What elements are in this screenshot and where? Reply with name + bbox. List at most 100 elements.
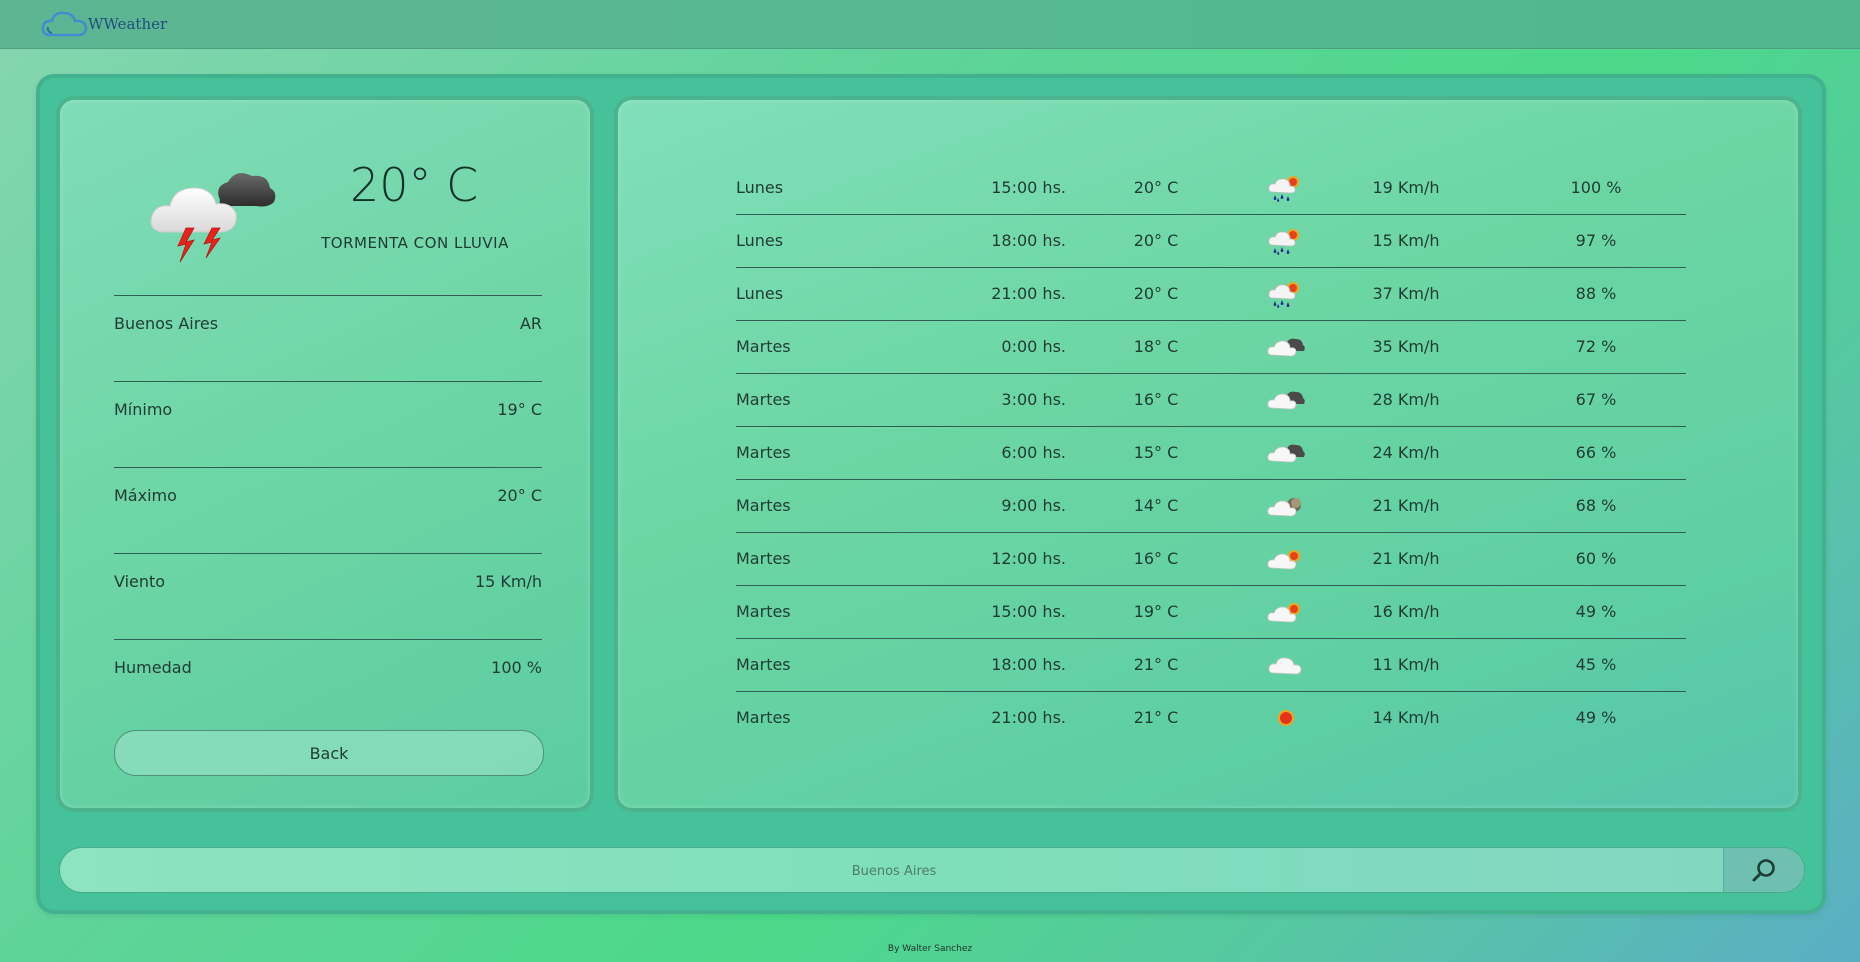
cloudy-night-icon xyxy=(1267,338,1305,357)
stat-wind: Viento 15 Km/h xyxy=(114,553,542,591)
forecast-humidity: 68 % xyxy=(1575,496,1617,515)
forecast-wind: 35 Km/h xyxy=(1372,337,1440,356)
cloudy-night-icon xyxy=(1267,391,1305,410)
forecast-humidity: 60 % xyxy=(1575,549,1617,568)
forecast-temp: 15° C xyxy=(1133,443,1179,462)
forecast-row: Martes 18:00 hs. 21° C 11 Km/h 45 % xyxy=(736,639,1686,692)
forecast-humidity: 66 % xyxy=(1575,443,1617,462)
forecast-day: Martes xyxy=(736,390,791,409)
partly-cloudy-icon xyxy=(1267,550,1300,570)
forecast-time: 6:00 hs. xyxy=(1001,443,1066,462)
current-description: TORMENTA CON LLUVIA xyxy=(321,234,509,252)
forecast-temp: 21° C xyxy=(1133,655,1179,674)
search-input[interactable] xyxy=(60,848,1728,892)
forecast-humidity: 72 % xyxy=(1575,337,1617,356)
cloudy-moon-icon xyxy=(1267,498,1301,517)
top-bar: WWeather xyxy=(0,0,1860,49)
forecast-day: Lunes xyxy=(736,284,784,303)
forecast-row: Martes 0:00 hs. 18° C 35 Km/h 72 % xyxy=(736,321,1686,374)
forecast-time: 15:00 hs. xyxy=(991,178,1066,197)
forecast-temp: 21° C xyxy=(1133,708,1179,727)
forecast-day: Martes xyxy=(736,496,791,515)
back-button[interactable]: Back xyxy=(114,730,544,776)
forecast-temp: 19° C xyxy=(1133,602,1179,621)
current-temperature: 20° C xyxy=(350,158,479,212)
forecast-temp: 16° C xyxy=(1133,549,1179,568)
forecast-wind: 16 Km/h xyxy=(1372,602,1440,621)
forecast-humidity: 100 % xyxy=(1570,178,1622,197)
forecast-wind: 15 Km/h xyxy=(1372,231,1440,250)
stat-min: Mínimo 19° C xyxy=(114,381,542,419)
forecast-humidity: 49 % xyxy=(1575,602,1617,621)
stat-value: 20° C xyxy=(497,486,542,505)
forecast-day: Martes xyxy=(736,708,791,727)
forecast-temp: 14° C xyxy=(1133,496,1179,515)
forecast-wind: 28 Km/h xyxy=(1372,390,1440,409)
main-frame: 20° C TORMENTA CON LLUVIA Buenos Aires A… xyxy=(36,74,1826,914)
forecast-wind: 19 Km/h xyxy=(1372,178,1440,197)
stat-location: Buenos Aires AR xyxy=(114,295,542,333)
forecast-wind: 11 Km/h xyxy=(1372,655,1440,674)
forecast-time: 12:00 hs. xyxy=(991,549,1066,568)
footer-credit: By Walter Sanchez xyxy=(887,944,973,954)
rain-sun-icon xyxy=(1268,282,1299,308)
forecast-day: Martes xyxy=(736,443,791,462)
forecast-row: Lunes 21:00 hs. 20° C 37 Km/h 88 % xyxy=(736,268,1686,321)
forecast-humidity: 49 % xyxy=(1575,708,1617,727)
search-button[interactable] xyxy=(1723,848,1804,892)
forecast-time: 3:00 hs. xyxy=(1001,390,1066,409)
forecast-wind: 14 Km/h xyxy=(1372,708,1440,727)
forecast-wind: 21 Km/h xyxy=(1372,496,1440,515)
forecast-day: Martes xyxy=(736,337,791,356)
forecast-card: Lunes 15:00 hs. 20° C 19 Km/h 100 % Lunes 18:0… xyxy=(618,100,1798,808)
current-weather-card: 20° C TORMENTA CON LLUVIA Buenos Aires A… xyxy=(60,100,590,808)
cloud-icon xyxy=(1268,657,1302,675)
cloudy-night-icon xyxy=(1267,444,1305,463)
forecast-time: 21:00 hs. xyxy=(991,284,1066,303)
forecast-temp: 18° C xyxy=(1133,337,1179,356)
forecast-time: 15:00 hs. xyxy=(991,602,1066,621)
forecast-wind: 24 Km/h xyxy=(1372,443,1440,462)
forecast-row: Lunes 15:00 hs. 20° C 19 Km/h 100 % xyxy=(736,162,1686,215)
sun-icon xyxy=(1278,710,1294,726)
forecast-temp: 16° C xyxy=(1133,390,1179,409)
forecast-time: 21:00 hs. xyxy=(991,708,1066,727)
cloud-icon xyxy=(41,11,88,37)
partly-cloudy-icon xyxy=(1267,603,1300,623)
brand-logo[interactable]: WWeather xyxy=(40,8,167,40)
search-bar xyxy=(60,848,1804,892)
forecast-humidity: 97 % xyxy=(1575,231,1617,250)
forecast-day: Lunes xyxy=(736,231,784,250)
forecast-time: 18:00 hs. xyxy=(991,231,1066,250)
forecast-wind: 37 Km/h xyxy=(1372,284,1440,303)
forecast-row: Martes 12:00 hs. 16° C 21 Km/h 60 % xyxy=(736,533,1686,586)
rain-sun-icon xyxy=(1268,176,1299,202)
forecast-temp: 20° C xyxy=(1133,231,1179,250)
forecast-row: Lunes 18:00 hs. 20° C 15 Km/h 97 % xyxy=(736,215,1686,268)
forecast-time: 18:00 hs. xyxy=(991,655,1066,674)
forecast-humidity: 67 % xyxy=(1575,390,1617,409)
stat-value: 100 % xyxy=(491,658,542,677)
forecast-row: Martes 15:00 hs. 19° C 16 Km/h 49 % xyxy=(736,586,1686,639)
forecast-row: Martes 6:00 hs. 15° C 24 Km/h 66 % xyxy=(736,427,1686,480)
stat-label: Viento xyxy=(114,572,166,591)
search-icon xyxy=(1752,859,1775,882)
stat-humidity: Humedad 100 % xyxy=(114,639,542,677)
forecast-table: Lunes 15:00 hs. 20° C 19 Km/h 100 % Lunes 18:0… xyxy=(736,162,1686,744)
stat-label: Mínimo xyxy=(114,400,173,419)
forecast-day: Lunes xyxy=(736,178,784,197)
stat-label: Máximo xyxy=(114,486,177,505)
brand-name: WWeather xyxy=(88,15,168,33)
stat-max: Máximo 20° C xyxy=(114,467,542,505)
thunderstorm-icon xyxy=(150,173,276,263)
forecast-day: Martes xyxy=(736,549,791,568)
forecast-row: Martes 3:00 hs. 16° C 28 Km/h 67 % xyxy=(736,374,1686,427)
forecast-day: Martes xyxy=(736,602,791,621)
forecast-day: Martes xyxy=(736,655,791,674)
forecast-temp: 20° C xyxy=(1133,178,1179,197)
stat-label: Buenos Aires xyxy=(114,314,219,333)
forecast-time: 0:00 hs. xyxy=(1001,337,1066,356)
forecast-temp: 20° C xyxy=(1133,284,1179,303)
stat-value: AR xyxy=(519,314,542,333)
forecast-humidity: 88 % xyxy=(1575,284,1617,303)
